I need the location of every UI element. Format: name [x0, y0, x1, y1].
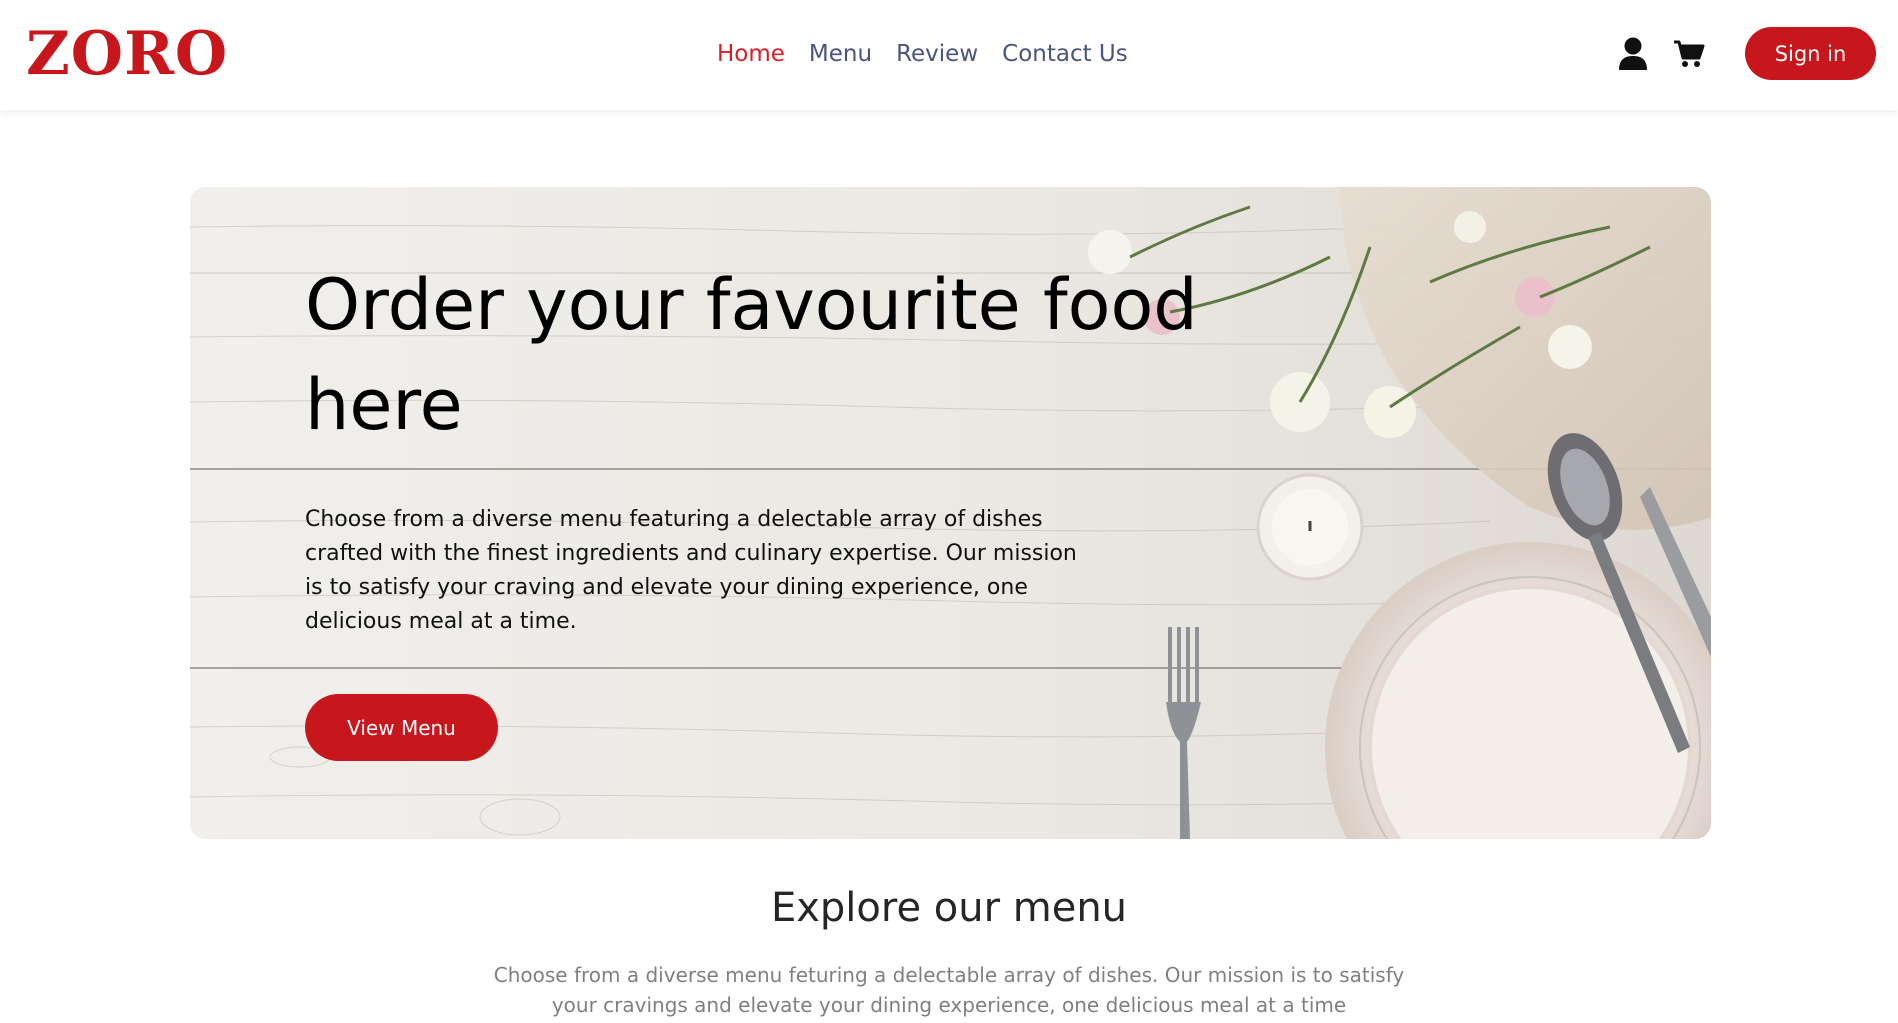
nav-contact-us[interactable]: Contact Us [1002, 38, 1128, 70]
nav-home[interactable]: Home [717, 38, 785, 70]
hero-title: Order your favourite food here [305, 264, 1198, 446]
user-icon[interactable] [1617, 36, 1649, 72]
header-actions: Sign in [1617, 27, 1876, 80]
main-nav: Home Menu Review Contact Us [717, 38, 1128, 70]
nav-review[interactable]: Review [896, 38, 978, 70]
hero-banner: Order your favourite food here Choose fr… [190, 187, 1711, 839]
view-menu-button[interactable]: View Menu [305, 694, 498, 761]
logo[interactable]: ZORO [26, 18, 228, 90]
sign-in-button[interactable]: Sign in [1745, 27, 1876, 80]
nav-menu[interactable]: Menu [809, 38, 872, 70]
explore-menu-heading: Explore our menu [770, 885, 1128, 931]
explore-menu-description: Choose from a diverse menu feturing a de… [493, 963, 1405, 1017]
cart-icon[interactable] [1673, 36, 1705, 72]
hero-description: Choose from a diverse menu featuring a d… [305, 507, 1077, 634]
site-header: ZORO Home Menu Review Contact Us Sign in [0, 0, 1898, 110]
